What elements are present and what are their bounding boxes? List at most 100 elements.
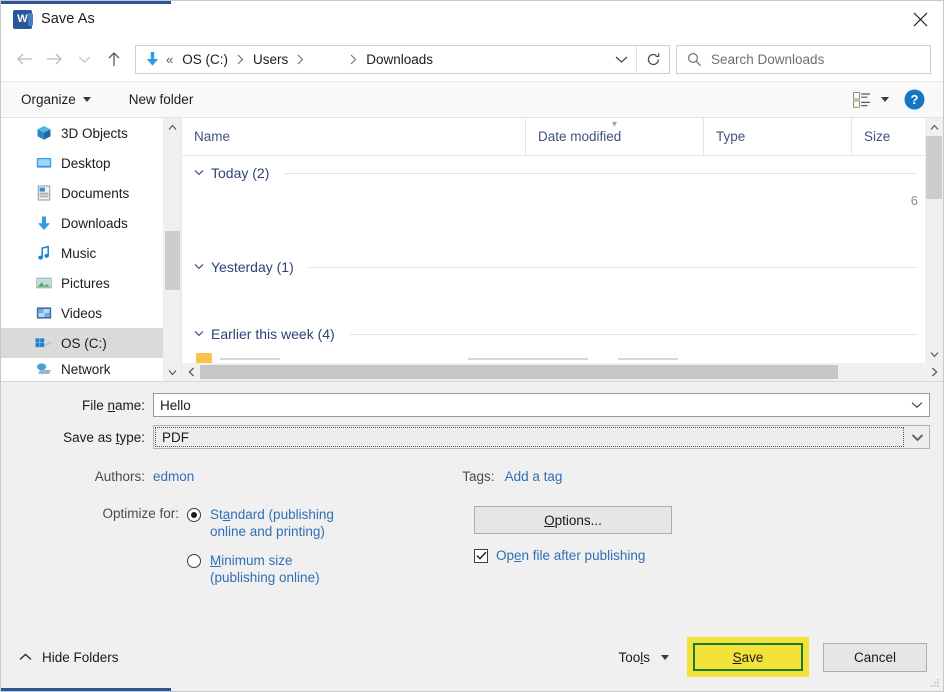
chevron-down-icon: [615, 55, 628, 64]
back-button[interactable]: [9, 44, 39, 74]
file-list-hscrollbar[interactable]: [182, 363, 943, 381]
save-as-type-combobox[interactable]: PDF: [153, 425, 930, 449]
save-as-type-row: Save as type: PDF: [1, 417, 943, 449]
cancel-button[interactable]: Cancel: [823, 643, 927, 672]
network-icon: [35, 361, 52, 378]
sidebar-item-pictures[interactable]: Pictures: [1, 268, 181, 298]
scroll-track[interactable]: [164, 136, 181, 363]
row-type-value: [618, 358, 678, 360]
chevron-down-icon[interactable]: [194, 168, 204, 179]
forward-button[interactable]: [39, 44, 69, 74]
authors-label: Authors:: [1, 469, 153, 484]
sidebar-item-desktop[interactable]: Desktop: [1, 148, 181, 178]
scroll-track[interactable]: [200, 363, 925, 381]
sidebar-item-network[interactable]: Network: [1, 358, 181, 380]
scroll-left-button[interactable]: [182, 363, 200, 381]
breadcrumb-downloads[interactable]: Downloads: [361, 52, 438, 67]
group-header-today[interactable]: Today (2): [182, 156, 943, 190]
radio-option-standard[interactable]: Standard (publishing online and printing…: [187, 506, 417, 540]
table-row[interactable]: [182, 284, 943, 317]
scroll-up-button[interactable]: [925, 118, 943, 136]
refresh-button[interactable]: [637, 46, 669, 73]
search-box[interactable]: Search Downloads: [676, 45, 931, 74]
scroll-thumb[interactable]: [200, 365, 838, 379]
scroll-track[interactable]: [925, 136, 943, 345]
column-header-name[interactable]: Name: [182, 118, 525, 155]
list-view-icon[interactable]: [851, 91, 873, 109]
3d-objects-icon: [35, 125, 52, 142]
open-after-publishing-row[interactable]: Open file after publishing: [474, 548, 672, 563]
table-row[interactable]: [182, 220, 943, 250]
table-row[interactable]: 6: [182, 190, 943, 220]
sidebar-item-music[interactable]: Music: [1, 238, 181, 268]
sidebar-label: Pictures: [61, 276, 110, 291]
breadcrumb-chevron-3[interactable]: [346, 54, 361, 65]
up-button[interactable]: [99, 44, 129, 74]
file-list-scrollbar[interactable]: [925, 118, 943, 363]
radio-standard-indicator[interactable]: [187, 508, 201, 522]
file-list-header: Name ▾ Date modified Type Size: [182, 118, 943, 156]
breadcrumb-chevron-2[interactable]: [293, 54, 308, 65]
new-folder-button[interactable]: New folder: [121, 82, 202, 117]
open-after-publishing-checkbox[interactable]: [474, 549, 488, 563]
recent-locations-button[interactable]: [69, 44, 99, 74]
address-overflow-icon[interactable]: «: [164, 52, 177, 67]
hide-folders-button[interactable]: Hide Folders: [19, 650, 119, 665]
resize-grip-icon[interactable]: [930, 678, 940, 688]
command-bar: Organize New folder ?: [1, 81, 943, 118]
group-header-yesterday[interactable]: Yesterday (1): [182, 250, 943, 284]
save-as-type-dropdown-button[interactable]: [905, 426, 929, 448]
chevron-down-icon: [911, 401, 923, 409]
file-name-combobox[interactable]: [153, 393, 930, 417]
file-name-input[interactable]: [154, 394, 905, 416]
scroll-down-button[interactable]: [164, 363, 182, 381]
sidebar-label: Desktop: [61, 156, 111, 171]
scroll-down-button[interactable]: [925, 345, 943, 363]
help-button[interactable]: ?: [897, 89, 931, 110]
column-header-date-modified[interactable]: ▾ Date modified: [525, 118, 703, 155]
save-button[interactable]: Save: [693, 643, 803, 671]
sidebar-item-documents[interactable]: Documents: [1, 178, 181, 208]
chevron-down-icon[interactable]: [194, 262, 204, 273]
scroll-thumb[interactable]: [926, 136, 942, 199]
drive-icon: [35, 335, 52, 352]
authors-value[interactable]: edmon: [153, 469, 194, 484]
help-icon: ?: [904, 89, 925, 110]
group-header-earlier-this-week[interactable]: Earlier this week (4): [182, 317, 943, 351]
chevron-down-icon: [78, 55, 91, 64]
breadcrumb-chevron-1[interactable]: [233, 54, 248, 65]
sidebar-item-videos[interactable]: Videos: [1, 298, 181, 328]
chevron-up-icon: [168, 124, 177, 131]
column-header-size[interactable]: Size: [851, 118, 907, 155]
sidebar-item-3d-objects[interactable]: 3D Objects: [1, 118, 181, 148]
view-dropdown-button[interactable]: [873, 97, 897, 102]
options-button[interactable]: Options...: [474, 506, 672, 534]
open-after-key: e: [514, 548, 522, 563]
address-dropdown-button[interactable]: [606, 46, 636, 73]
breadcrumb-os-c[interactable]: OS (C:): [177, 52, 233, 67]
file-name-dropdown-button[interactable]: [905, 394, 929, 416]
search-input[interactable]: Search Downloads: [711, 52, 824, 67]
radio-minimum-indicator[interactable]: [187, 554, 201, 568]
tools-post: s: [643, 650, 650, 665]
organize-menu-button[interactable]: Organize: [13, 82, 99, 117]
breadcrumb-users[interactable]: Users: [248, 52, 293, 67]
scroll-thumb[interactable]: [165, 231, 180, 290]
sidebar-item-downloads[interactable]: Downloads: [1, 208, 181, 238]
chevron-down-icon[interactable]: [194, 329, 204, 340]
scroll-right-button[interactable]: [925, 363, 943, 381]
row-name-value: [220, 358, 280, 360]
sidebar-item-os-c[interactable]: OS (C:): [1, 328, 181, 358]
tools-menu-button[interactable]: Tools: [618, 650, 669, 665]
tags-add-link[interactable]: Add a tag: [505, 469, 563, 484]
sidebar-label: OS (C:): [61, 336, 107, 351]
column-header-type[interactable]: Type: [703, 118, 851, 155]
navigation-pane-scrollbar[interactable]: [163, 118, 181, 381]
group-rule: [284, 173, 917, 174]
open-after-post: n file after publishing: [522, 548, 646, 563]
radio-option-minimum[interactable]: Minimum size (publishing online): [187, 552, 417, 586]
group-rule: [309, 267, 917, 268]
scroll-up-button[interactable]: [164, 118, 182, 136]
address-bar[interactable]: « OS (C:) Users Downloads: [135, 45, 670, 74]
close-button[interactable]: [897, 1, 943, 37]
